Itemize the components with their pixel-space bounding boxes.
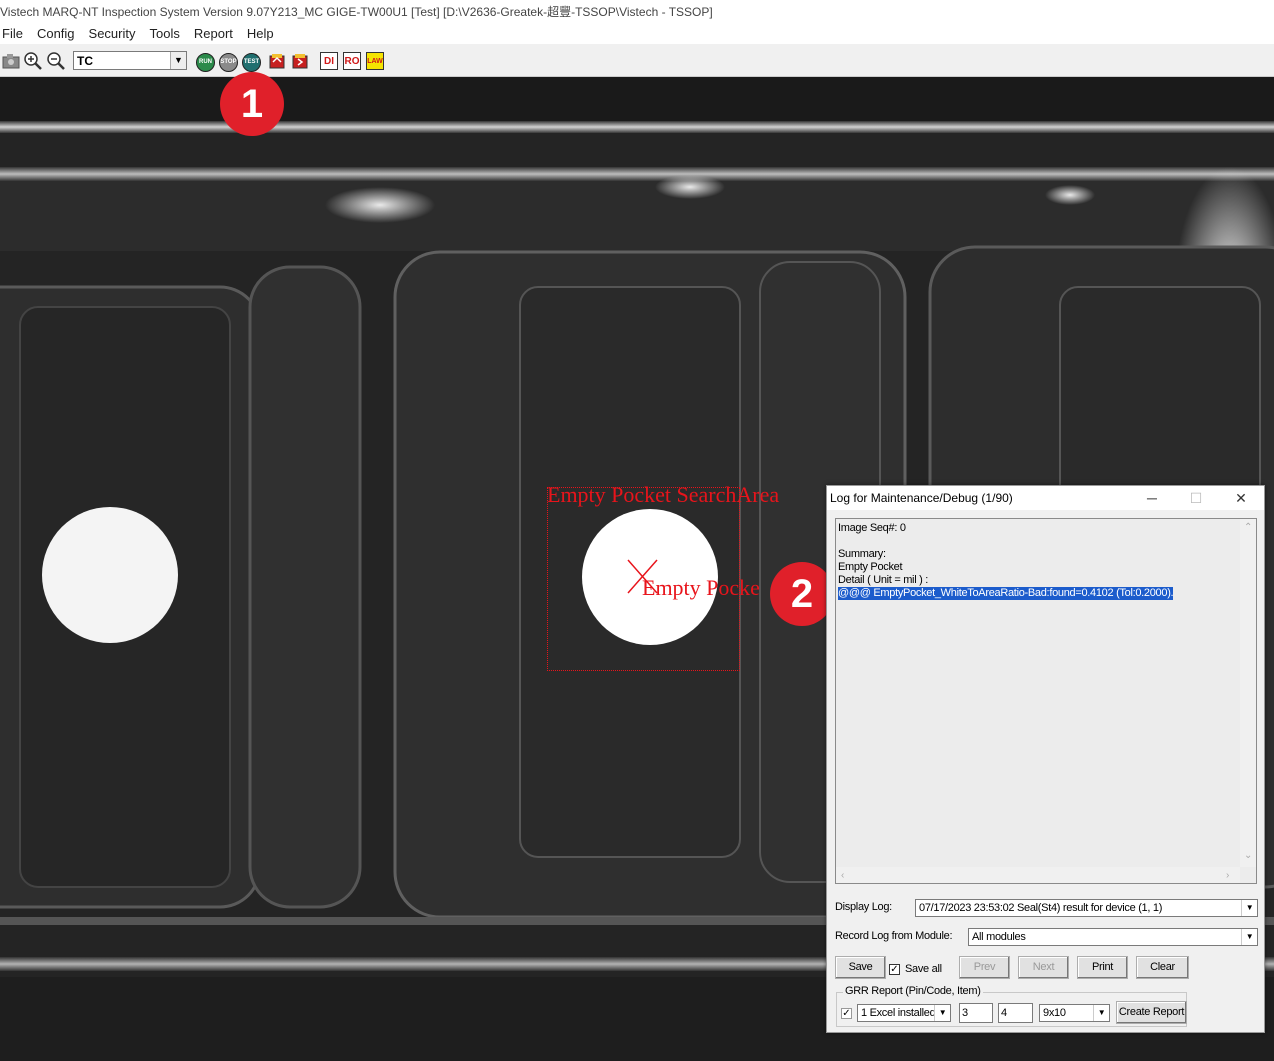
chevron-down-icon[interactable]: ▼ bbox=[1241, 929, 1257, 945]
zoom-out-icon[interactable] bbox=[46, 51, 66, 71]
test-button[interactable]: TEST bbox=[242, 53, 261, 72]
menu-tools[interactable]: Tools bbox=[148, 24, 186, 44]
grr-field-a[interactable]: 3 bbox=[959, 1003, 993, 1023]
display-log-value: 07/17/2023 23:53:02 Seal(St4) result for… bbox=[919, 902, 1163, 914]
callout-badge-2: 2 bbox=[770, 562, 834, 626]
grid-size-select[interactable]: 9x10 ▼ bbox=[1039, 1004, 1110, 1022]
menu-report[interactable]: Report bbox=[192, 24, 239, 44]
scroll-left-icon[interactable]: ‹ bbox=[841, 869, 844, 882]
chevron-down-icon[interactable]: ▼ bbox=[934, 1005, 950, 1021]
record-log-value: All modules bbox=[972, 931, 1026, 943]
mode-select-value: TC bbox=[77, 54, 93, 68]
chevron-down-icon[interactable]: ▼ bbox=[1241, 900, 1257, 916]
print-button[interactable]: Print bbox=[1077, 956, 1128, 979]
maximize-icon[interactable]: ☐ bbox=[1173, 486, 1219, 510]
next-button[interactable]: Next bbox=[1018, 956, 1069, 979]
menu-security[interactable]: Security bbox=[87, 24, 142, 44]
save-all-checkbox[interactable]: ✓ bbox=[889, 964, 900, 975]
clear-button[interactable]: Clear bbox=[1136, 956, 1189, 979]
log-dialog-titlebar: Log for Maintenance/Debug (1/90) ─ ☐ ✕ bbox=[827, 486, 1264, 510]
display-log-label: Display Log: bbox=[835, 901, 892, 913]
load-icon[interactable] bbox=[267, 51, 287, 71]
run-button[interactable]: RUN bbox=[196, 53, 215, 72]
scroll-up-icon[interactable]: ⌃ bbox=[1244, 521, 1252, 534]
chevron-down-icon[interactable]: ▼ bbox=[170, 52, 186, 69]
close-icon[interactable]: ✕ bbox=[1218, 486, 1264, 510]
log-line-selected: @@@ EmptyPocket_WhiteToAreaRatio-Bad:fou… bbox=[838, 587, 1174, 600]
search-area-label: Empty Pocket SearchArea bbox=[547, 482, 780, 507]
prev-button[interactable]: Prev bbox=[959, 956, 1010, 979]
save-button[interactable]: Save bbox=[835, 956, 886, 979]
create-report-button[interactable]: Create Report bbox=[1116, 1001, 1187, 1024]
excel-select-value: 1 Excel installed bbox=[861, 1007, 936, 1019]
ro-button[interactable]: RO bbox=[343, 52, 361, 70]
log-line: Detail ( Unit = mil ) : bbox=[838, 574, 928, 586]
toolbar: TC ▼ RUN STOP TEST DI RO LAW bbox=[0, 44, 1274, 77]
result-label: Empty Pocke bbox=[642, 575, 760, 600]
grr-field-b[interactable]: 4 bbox=[998, 1003, 1033, 1023]
law-button[interactable]: LAW bbox=[366, 52, 384, 70]
grid-size-value: 9x10 bbox=[1043, 1007, 1066, 1019]
menu-file[interactable]: File bbox=[0, 24, 29, 44]
log-dialog: Log for Maintenance/Debug (1/90) ─ ☐ ✕ I… bbox=[826, 485, 1265, 1033]
menu-config[interactable]: Config bbox=[35, 24, 81, 44]
mode-select[interactable]: TC ▼ bbox=[73, 51, 187, 70]
zoom-in-icon[interactable] bbox=[23, 51, 43, 71]
save-all-label: Save all bbox=[905, 963, 942, 975]
record-log-label: Record Log from Module: bbox=[835, 930, 953, 942]
grr-report-title: GRR Report (Pin/Code, Item) bbox=[843, 985, 983, 997]
log-vertical-scrollbar[interactable]: ⌃ ⌄ bbox=[1240, 519, 1256, 867]
camera-icon[interactable] bbox=[1, 51, 21, 71]
export-icon[interactable] bbox=[290, 51, 310, 71]
log-line: Summary: bbox=[838, 548, 886, 560]
scroll-right-icon[interactable]: › bbox=[1226, 869, 1229, 882]
menu-help[interactable]: Help bbox=[245, 24, 280, 44]
callout-badge-1: 1 bbox=[220, 72, 284, 136]
grr-checkbox[interactable]: ✓ bbox=[841, 1008, 852, 1019]
display-log-select[interactable]: 07/17/2023 23:53:02 Seal(St4) result for… bbox=[915, 899, 1258, 917]
stop-button[interactable]: STOP bbox=[219, 53, 238, 72]
scroll-down-icon[interactable]: ⌄ bbox=[1244, 849, 1252, 862]
log-text-area[interactable]: Image Seq#: 0 Summary: Empty Pocket Deta… bbox=[835, 518, 1257, 884]
record-log-select[interactable]: All modules ▼ bbox=[968, 928, 1258, 946]
excel-select[interactable]: 1 Excel installed ▼ bbox=[857, 1004, 951, 1022]
log-line: Image Seq#: 0 bbox=[838, 522, 906, 534]
window-title: Vistech MARQ-NT Inspection System Versio… bbox=[0, 0, 1274, 24]
menu-bar: File Config Security Tools Report Help bbox=[0, 24, 1274, 44]
chevron-down-icon[interactable]: ▼ bbox=[1093, 1005, 1109, 1021]
di-button[interactable]: DI bbox=[320, 52, 338, 70]
log-line: Empty Pocket bbox=[838, 561, 903, 573]
log-horizontal-scrollbar[interactable]: ‹ › bbox=[836, 867, 1240, 883]
log-dialog-title: Log for Maintenance/Debug (1/90) bbox=[830, 491, 1013, 505]
minimize-icon[interactable]: ─ bbox=[1129, 486, 1175, 510]
